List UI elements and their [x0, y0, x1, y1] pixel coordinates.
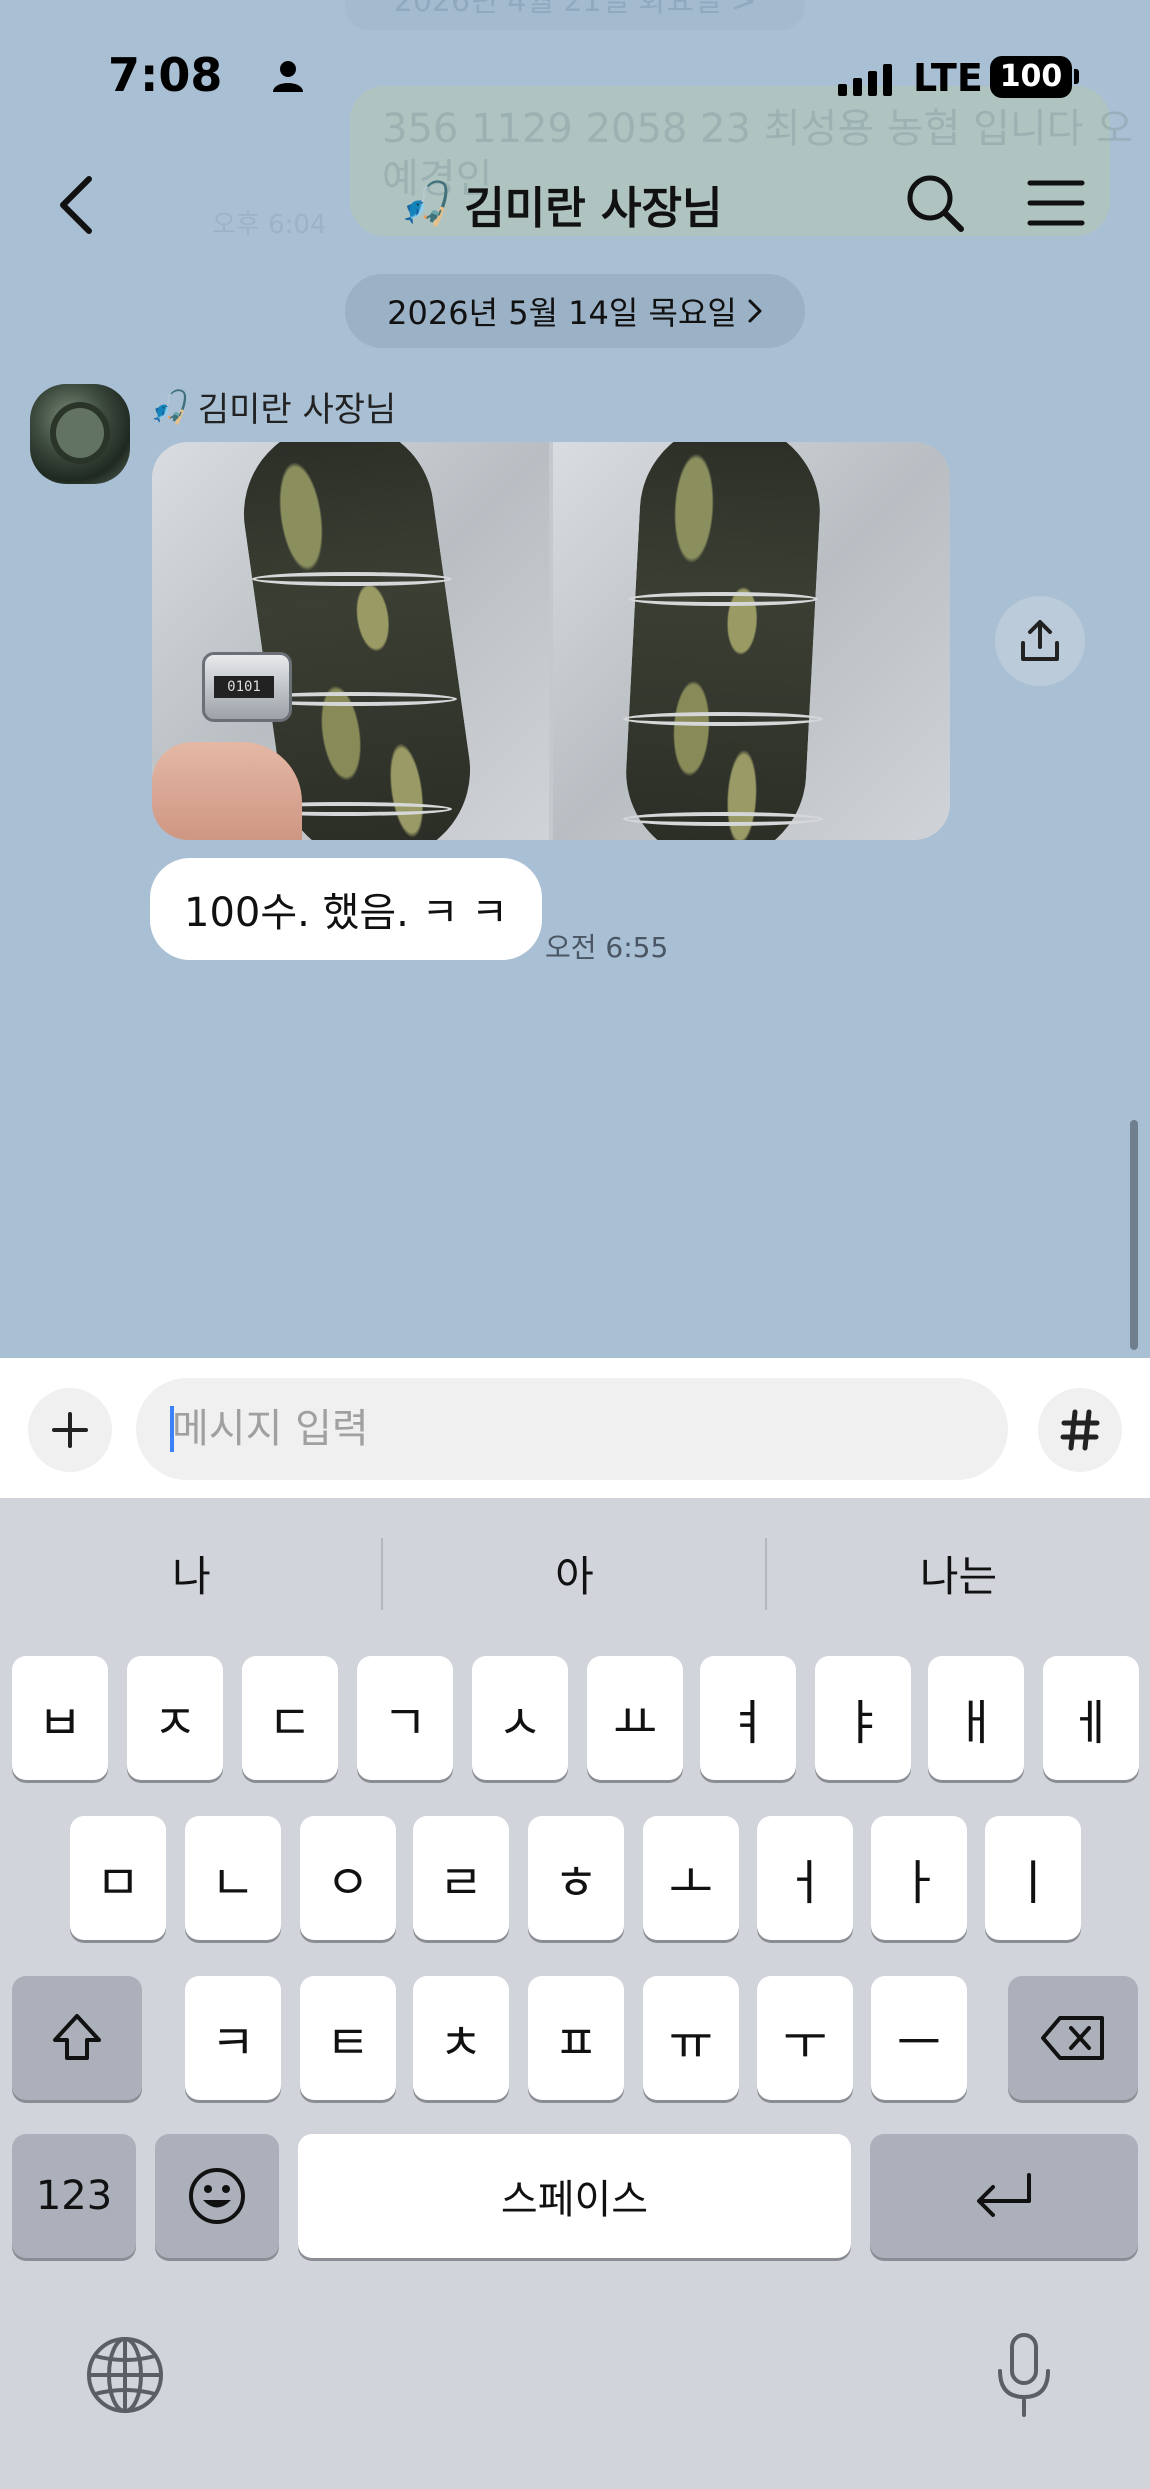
numbers-key[interactable]: 123: [12, 2134, 136, 2258]
chat-title[interactable]: 🎣 김미란 사장님: [400, 172, 723, 236]
share-button[interactable]: [995, 596, 1085, 686]
keyboard: 나 아 나는 ㅂ ㅈ ㄷ ㄱ ㅅ ㅛ ㅕ ㅑ ㅐ ㅔ ㅁ ㄴ ㅇ ㄹ ㅎ ㅗ ㅓ…: [0, 1498, 1150, 2489]
chevron-right-icon: [748, 299, 762, 323]
key[interactable]: ㅠ: [643, 1976, 739, 2100]
key[interactable]: ㅌ: [300, 1976, 396, 2100]
dictation-button[interactable]: [984, 2328, 1064, 2424]
suggestion-2[interactable]: 아: [383, 1538, 766, 1608]
signal-icon: [838, 62, 892, 96]
back-button[interactable]: [40, 170, 110, 240]
sender-name: 김미란 사장님: [197, 390, 397, 430]
key[interactable]: ㅇ: [300, 1816, 396, 1940]
key[interactable]: ㅐ: [928, 1656, 1024, 1780]
key[interactable]: ㄱ: [357, 1656, 453, 1780]
key[interactable]: ㅜ: [757, 1976, 853, 2100]
battery-tip: [1074, 69, 1079, 84]
microphone-icon: [998, 2333, 1050, 2417]
return-key[interactable]: [870, 2134, 1138, 2258]
keyboard-suggestions: 나 아 나는: [0, 1498, 1150, 1648]
return-icon: [977, 2173, 1031, 2217]
network-type: LTE: [913, 56, 983, 100]
hashtag-icon: [1060, 1409, 1100, 1451]
chevron-left-icon: [60, 176, 92, 234]
fish-net-image: [621, 442, 825, 840]
key[interactable]: ㅎ: [528, 1816, 624, 1940]
key[interactable]: ㅑ: [815, 1656, 911, 1780]
hand-image: [152, 742, 302, 840]
key[interactable]: ㅋ: [185, 1976, 281, 2100]
backspace-icon: [1041, 2016, 1104, 2060]
key[interactable]: ㅛ: [587, 1656, 683, 1780]
person-icon: [270, 58, 306, 98]
key[interactable]: ㄴ: [185, 1816, 281, 1940]
net-hoop: [252, 572, 452, 586]
key[interactable]: ㅈ: [127, 1656, 223, 1780]
fishing-pole-icon: 🎣: [150, 387, 190, 426]
suggestion-3[interactable]: 나는: [767, 1538, 1150, 1608]
sender-name-row: 🎣 김미란 사장님: [150, 382, 396, 431]
search-icon: [907, 175, 964, 232]
chat-scrollbar[interactable]: [1130, 1120, 1138, 1350]
emoji-keyboard-icon: [189, 2168, 245, 2224]
key[interactable]: ㄷ: [242, 1656, 338, 1780]
attach-button[interactable]: [28, 1388, 112, 1472]
key[interactable]: ㅊ: [413, 1976, 509, 2100]
menu-button[interactable]: [1020, 168, 1092, 238]
message-input-bar: [0, 1358, 1150, 1498]
chat-header: 🎣 김미란 사장님: [0, 150, 1150, 260]
avatar-pattern: [50, 402, 110, 464]
hashtag-button[interactable]: [1038, 1388, 1122, 1472]
message-bubble[interactable]: 100수. 했음. ㅋ ㅋ: [150, 858, 542, 960]
fishing-pole-icon: 🎣: [400, 179, 453, 228]
chat-area[interactable]: 2026년 4월 21일 화요일 > 356 1129 2058 23 최성용 …: [0, 0, 1150, 1358]
date-divider[interactable]: 2026년 5월 14일 목요일: [345, 274, 805, 348]
message-input-container[interactable]: [136, 1378, 1118, 1480]
net-hoop: [623, 712, 823, 726]
key[interactable]: ㅍ: [528, 1976, 624, 2100]
date-divider-text: 2026년 5월 14일 목요일: [387, 294, 737, 332]
key[interactable]: ㅗ: [643, 1816, 739, 1940]
key[interactable]: ㅣ: [985, 1816, 1081, 1940]
status-time: 7:08: [108, 48, 223, 102]
net-hoop: [628, 592, 818, 606]
status-bar: 7:08 LTE 100: [0, 0, 1150, 150]
search-button[interactable]: [900, 168, 970, 238]
photo-fish-net-2[interactable]: [553, 442, 950, 840]
key[interactable]: ㅓ: [757, 1816, 853, 1940]
plus-icon: [52, 1412, 88, 1448]
tally-counter-reading: 0101: [214, 676, 274, 698]
photo-fish-net-1[interactable]: 0101: [152, 442, 549, 840]
key[interactable]: ㄹ: [413, 1816, 509, 1940]
key[interactable]: ㅔ: [1043, 1656, 1139, 1780]
share-icon: [1021, 620, 1059, 661]
message-time: 오전 6:55: [545, 931, 669, 964]
key[interactable]: ㅁ: [70, 1816, 166, 1940]
photo-attachment[interactable]: 0101: [152, 442, 950, 840]
shift-key[interactable]: [12, 1976, 142, 2100]
hamburger-menu-icon: [1027, 180, 1085, 226]
key[interactable]: ㅡ: [871, 1976, 967, 2100]
key[interactable]: ㅕ: [700, 1656, 796, 1780]
shift-icon: [53, 2014, 101, 2060]
net-hoop: [623, 812, 823, 826]
sender-avatar[interactable]: [30, 384, 130, 484]
globe-icon: [87, 2337, 163, 2413]
key[interactable]: ㅏ: [871, 1816, 967, 1940]
message-input[interactable]: [172, 1378, 872, 1480]
chat-title-text: 김미란 사장님: [464, 183, 723, 234]
key[interactable]: ㅅ: [472, 1656, 568, 1780]
battery-icon: 100: [990, 56, 1072, 98]
suggestion-1[interactable]: 나: [0, 1538, 383, 1608]
key[interactable]: ㅂ: [12, 1656, 108, 1780]
backspace-key[interactable]: [1008, 1976, 1138, 2100]
emoji-key[interactable]: [155, 2134, 279, 2258]
space-key[interactable]: 스페이스: [298, 2134, 851, 2258]
globe-button[interactable]: [82, 2332, 168, 2418]
